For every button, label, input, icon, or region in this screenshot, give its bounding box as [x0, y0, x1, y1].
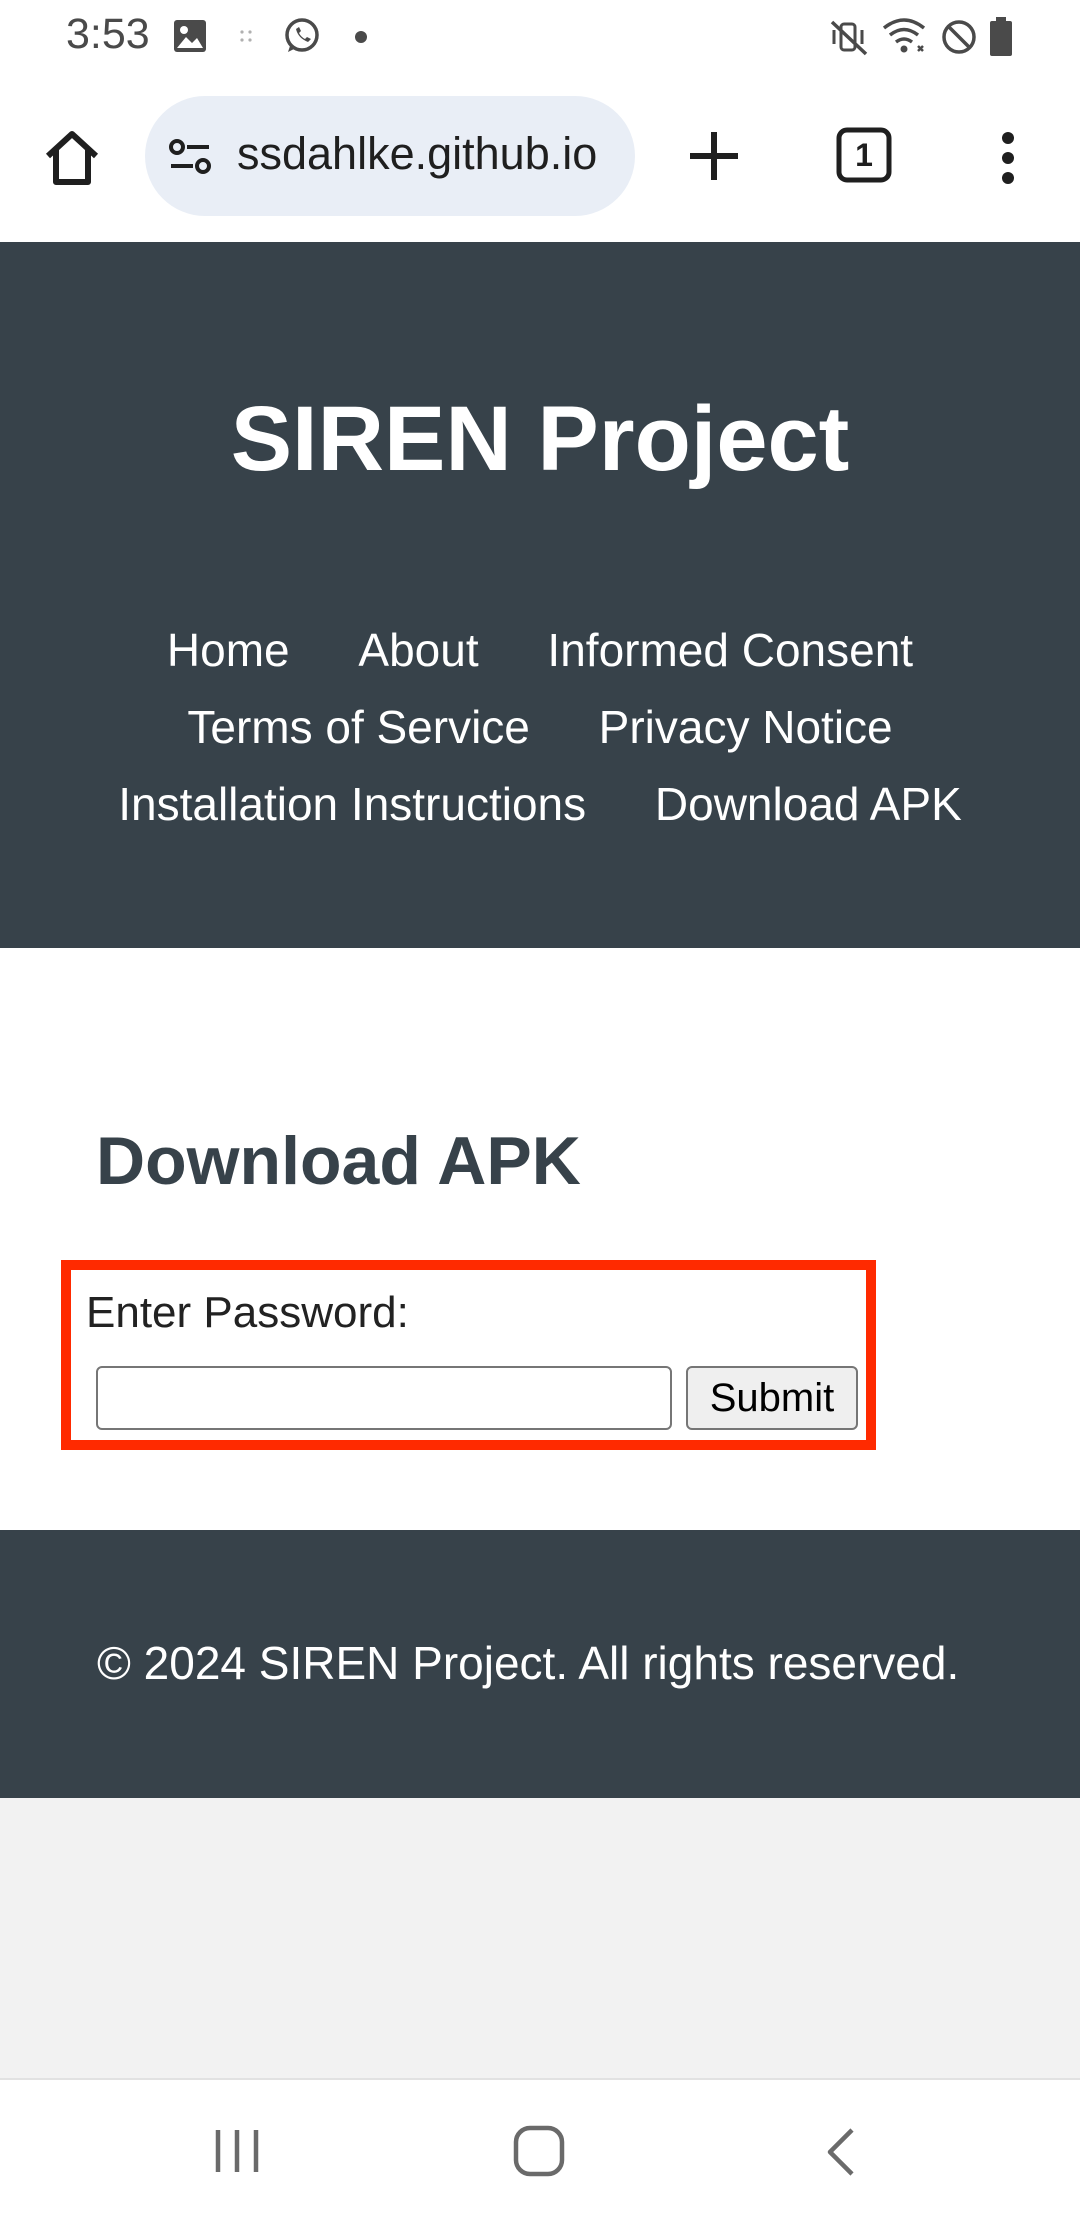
site-info-icon[interactable]	[167, 134, 213, 180]
screen: 3:53 ssdahlke.github.io 1 SIREN Project …	[0, 0, 1080, 2220]
url-text: ssdahlke.github.io	[237, 128, 598, 179]
site-footer: © 2024 SIREN Project. All rights reserve…	[0, 1530, 1080, 1798]
password-label: Enter Password:	[86, 1288, 409, 1337]
system-nav-bar	[0, 2078, 1080, 2220]
page-heading: Download APK	[96, 1123, 581, 1199]
submit-button[interactable]: Submit	[686, 1366, 858, 1430]
do-not-disturb-icon	[942, 20, 976, 54]
status-time: 3:53	[66, 10, 150, 58]
grid-dots-icon	[240, 30, 252, 42]
battery-icon	[990, 17, 1012, 56]
back-icon[interactable]	[820, 2126, 860, 2178]
footer-copyright: © 2024 SIREN Project. All rights reserve…	[97, 1637, 960, 1689]
mute-vibrate-icon	[830, 20, 868, 56]
nav-installation-instructions[interactable]: Installation Instructions	[118, 766, 586, 843]
plus-icon[interactable]	[684, 126, 744, 186]
main-content: Download APK Enter Password: Submit	[0, 948, 1080, 1530]
nav-informed-consent[interactable]: Informed Consent	[547, 612, 913, 689]
image-icon	[174, 20, 206, 52]
nav-about[interactable]: About	[358, 612, 478, 689]
nav-download-apk[interactable]: Download APK	[655, 766, 962, 843]
password-input[interactable]	[96, 1366, 672, 1430]
site-nav: Home About Informed Consent Terms of Ser…	[60, 612, 1020, 843]
home-icon[interactable]	[36, 122, 108, 194]
recents-icon[interactable]	[212, 2126, 262, 2176]
browser-toolbar: ssdahlke.github.io 1	[0, 74, 1080, 242]
site-title: SIREN Project	[230, 388, 850, 490]
nav-terms-of-service[interactable]: Terms of Service	[187, 689, 530, 766]
tab-count: 1	[855, 137, 873, 173]
wifi-icon	[882, 18, 926, 53]
nav-home[interactable]: Home	[167, 612, 290, 689]
more-vert-icon[interactable]	[990, 130, 1026, 186]
tabs-button[interactable]: 1	[836, 127, 892, 183]
address-bar[interactable]: ssdahlke.github.io	[145, 96, 635, 216]
status-bar: 3:53	[0, 0, 1080, 74]
whatsapp-icon	[285, 18, 319, 52]
site-header: SIREN Project Home About Informed Consen…	[0, 242, 1080, 948]
dot-icon	[355, 31, 367, 43]
nav-home-icon[interactable]	[512, 2124, 566, 2178]
nav-privacy-notice[interactable]: Privacy Notice	[599, 689, 893, 766]
